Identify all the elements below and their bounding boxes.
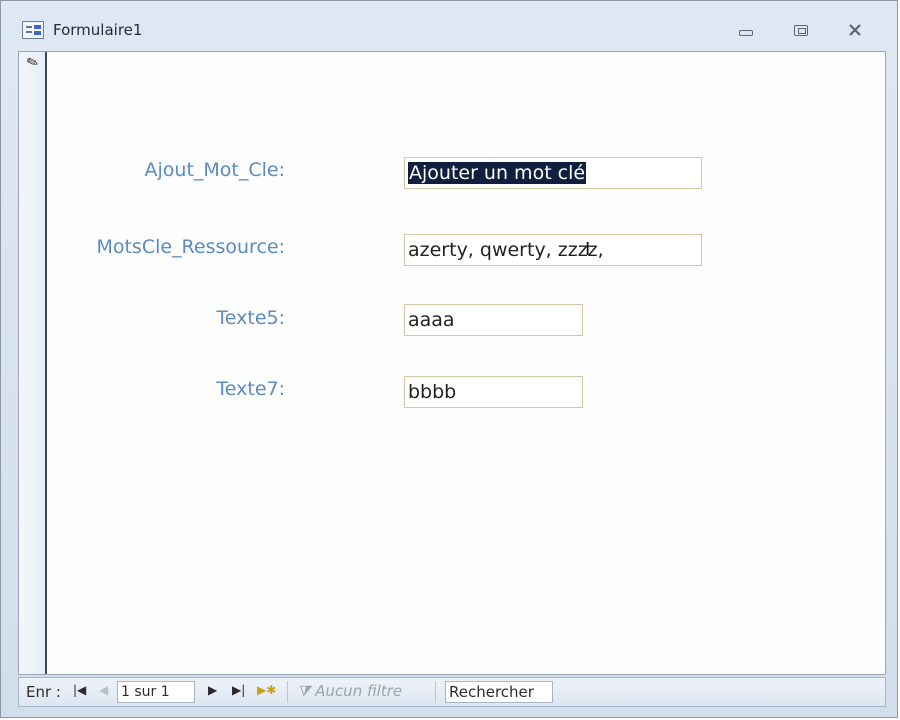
texte5-field[interactable]: aaaa: [404, 304, 583, 336]
current-record-input[interactable]: 1 sur 1: [117, 681, 195, 703]
form-client-area: ✎ Ajout_Mot_Cle: Ajouter un mot clé Mots…: [18, 51, 886, 675]
last-record-button[interactable]: ▶|: [232, 683, 245, 697]
motscle-ressource-field[interactable]: azerty, qwerty, zzzz, Ι: [404, 234, 702, 266]
text-cursor-icon: Ι: [585, 239, 591, 260]
record-navigation-bar: Enr : |◀ ◀ 1 sur 1 ▶ ▶| ▶✱ ⧩ Aucun filtr…: [18, 677, 886, 707]
form-icon: [22, 21, 44, 39]
pencil-edit-icon: ✎: [24, 53, 42, 73]
next-record-button[interactable]: ▶: [208, 683, 217, 697]
first-record-button[interactable]: |◀: [73, 683, 86, 697]
label-motscle-ressource: MotsCle_Ressource:: [96, 236, 285, 258]
texte7-field[interactable]: bbbb: [404, 376, 583, 408]
form-window: Formulaire1 ✎ Ajout_Mot_Cle: Ajouter un …: [0, 0, 898, 718]
close-button[interactable]: [841, 19, 869, 41]
texte5-value: aaaa: [408, 309, 455, 331]
selected-text: Ajouter un mot clé: [408, 162, 587, 184]
title-bar[interactable]: Formulaire1: [1, 1, 897, 47]
ajout-mot-cle-field[interactable]: Ajouter un mot clé: [404, 157, 702, 189]
maximize-icon: [794, 24, 808, 36]
close-icon: [849, 24, 861, 36]
texte7-value: bbbb: [408, 381, 457, 403]
filter-toggle[interactable]: ⧩ Aucun filtre: [297, 682, 402, 700]
nav-separator: [435, 681, 436, 703]
search-input[interactable]: Rechercher: [445, 681, 553, 703]
window-title: Formulaire1: [53, 21, 143, 39]
form-detail: Ajout_Mot_Cle: Ajouter un mot clé MotsCl…: [49, 52, 885, 674]
motscle-ressource-value: azerty, qwerty, zzzz,: [408, 239, 604, 261]
record-selector[interactable]: ✎: [19, 52, 47, 674]
record-label: Enr :: [26, 683, 61, 701]
maximize-button[interactable]: [787, 19, 815, 41]
filter-label: Aucun filtre: [315, 682, 403, 700]
new-record-button[interactable]: ▶✱: [257, 683, 276, 697]
label-texte7: Texte7:: [216, 378, 285, 400]
filter-icon: ⧩: [297, 682, 311, 700]
minimize-icon: [739, 30, 753, 36]
nav-separator: [287, 681, 288, 703]
label-ajout-mot-cle: Ajout_Mot_Cle:: [144, 159, 286, 181]
label-texte5: Texte5:: [216, 307, 285, 329]
minimize-button[interactable]: [732, 19, 760, 41]
previous-record-button[interactable]: ◀: [99, 683, 108, 697]
